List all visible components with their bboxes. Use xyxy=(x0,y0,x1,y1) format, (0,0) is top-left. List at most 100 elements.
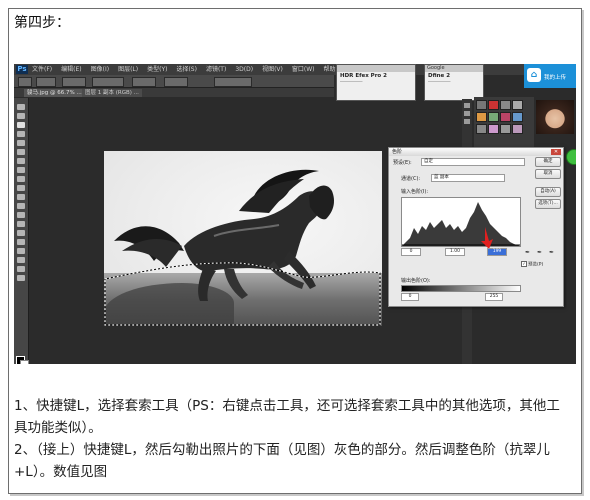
gradient-tool-icon[interactable] xyxy=(17,203,25,209)
levels-dialog: 色阶 ✕ 预设(E): 自定 通道(C): 蓝 副本 输入色阶(I): 0 1.… xyxy=(388,147,564,307)
ps-options-bar xyxy=(14,75,334,88)
paragraph-line-1: 1、快捷键L，选择套索工具（PS：右键点击工具，还可选择套索工具中的其他选项，其… xyxy=(14,398,560,414)
actions-panel-icon[interactable] xyxy=(464,111,470,116)
white-eyedropper-icon[interactable]: ✒ xyxy=(549,249,554,256)
hand-tool-icon[interactable] xyxy=(17,266,25,272)
green-scroll-knob-icon[interactable] xyxy=(566,149,576,165)
adjust-icon-1[interactable] xyxy=(476,100,487,110)
portrait-thumbnail xyxy=(536,100,574,134)
stamp-tool-icon[interactable] xyxy=(17,176,25,182)
image-canvas[interactable] xyxy=(104,151,382,326)
upload-badge[interactable]: ⌂ 我的上传 xyxy=(524,64,576,88)
ps-document-tabs: 骏马.jpg @ 66.7% ... 图层 1 副本 (RGB) ... xyxy=(14,88,334,97)
width-field[interactable] xyxy=(132,77,156,87)
zoom-tool-icon[interactable] xyxy=(17,275,25,281)
height-field[interactable] xyxy=(164,77,188,87)
brush-tool-icon[interactable] xyxy=(17,167,25,173)
style-select[interactable] xyxy=(92,77,124,87)
adjust-icon-8[interactable] xyxy=(512,112,523,122)
marquee-tool-icon[interactable] xyxy=(17,113,25,119)
document-tab[interactable]: 图层 1 副本 (RGB) ... xyxy=(82,89,142,97)
preview-check-box[interactable]: ✓ xyxy=(521,261,527,267)
output-black-field[interactable]: 0 xyxy=(401,293,419,301)
gray-eyedropper-icon[interactable]: ✒ xyxy=(537,249,542,256)
move-tool-icon[interactable] xyxy=(17,104,25,110)
blur-tool-icon[interactable] xyxy=(17,212,25,218)
input-white-field[interactable]: 199 xyxy=(487,248,507,256)
healing-tool-icon[interactable] xyxy=(17,158,25,164)
input-gamma-field[interactable]: 1.00 xyxy=(445,248,465,256)
channel-select[interactable]: 蓝 副本 xyxy=(431,174,505,182)
ps-menubar: Ps 文件(F) 编辑(E) 图像(I) 图层(L) 类型(Y) 选择(S) 滤… xyxy=(14,64,576,75)
close-icon[interactable]: ✕ xyxy=(551,149,561,155)
menu-3d[interactable]: 3D(D) xyxy=(235,65,253,74)
hdr-efex-title[interactable]: HDR Efex Pro 2 xyxy=(337,72,415,80)
tool-preset-picker[interactable] xyxy=(18,77,32,87)
document-tab-active[interactable]: 骏马.jpg @ 66.7% ... xyxy=(24,89,85,97)
adjust-icon-6[interactable] xyxy=(488,112,499,122)
ok-button[interactable]: 确定 xyxy=(535,157,561,167)
adjust-icon-2[interactable] xyxy=(488,100,499,110)
adjust-icon-11[interactable] xyxy=(500,124,511,134)
options-button[interactable]: 选项(T)... xyxy=(535,199,561,209)
adjust-icon-4[interactable] xyxy=(512,100,523,110)
dfine-title[interactable]: Dfine 2 xyxy=(425,72,483,80)
red-arrow-icon xyxy=(481,227,493,249)
preview-label: 预览(P) xyxy=(528,262,544,268)
menu-layer[interactable]: 图层(L) xyxy=(118,65,138,74)
dodge-tool-icon[interactable] xyxy=(17,221,25,227)
hdr-efex-header xyxy=(337,65,415,72)
ps-menu: 文件(F) 编辑(E) 图像(I) 图层(L) 类型(Y) 选择(S) 滤镜(T… xyxy=(32,65,345,74)
output-white-field[interactable]: 255 xyxy=(485,293,503,301)
menu-type[interactable]: 类型(Y) xyxy=(147,65,167,74)
preset-select[interactable]: 自定 xyxy=(421,158,525,166)
black-eyedropper-icon[interactable]: ✒ xyxy=(525,249,530,256)
dfine-header: Google xyxy=(425,65,483,72)
quick-select-tool-icon[interactable] xyxy=(17,131,25,137)
feather-field[interactable] xyxy=(62,77,86,87)
history-panel-icon[interactable] xyxy=(464,103,470,108)
eyedropper-tool-icon[interactable] xyxy=(17,149,25,155)
output-gradient xyxy=(401,285,521,292)
refine-edge-button[interactable] xyxy=(214,77,252,87)
adjust-icon-10[interactable] xyxy=(488,124,499,134)
menu-file[interactable]: 文件(F) xyxy=(32,65,52,74)
history-brush-tool-icon[interactable] xyxy=(17,185,25,191)
type-tool-icon[interactable] xyxy=(17,239,25,245)
lasso-selection xyxy=(104,262,381,326)
preset-label: 预设(E): xyxy=(393,160,412,166)
histogram xyxy=(401,197,521,247)
adjust-icon-9[interactable] xyxy=(476,124,487,134)
menu-select[interactable]: 选择(S) xyxy=(176,65,197,74)
menu-image[interactable]: 图像(I) xyxy=(91,65,109,74)
input-black-field[interactable]: 0 xyxy=(401,248,421,256)
auto-button[interactable]: 自动(A) xyxy=(535,187,561,197)
preview-checkbox[interactable]: ✓ 预览(P) xyxy=(521,261,543,268)
background-color-swatch[interactable] xyxy=(20,360,29,364)
adjust-icon-7[interactable] xyxy=(500,112,511,122)
adjust-icon-12[interactable] xyxy=(512,124,523,134)
menu-filter[interactable]: 滤镜(T) xyxy=(206,65,226,74)
paragraph-line-4: +L）。数值见图 xyxy=(14,464,108,480)
eraser-tool-icon[interactable] xyxy=(17,194,25,200)
menu-edit[interactable]: 编辑(E) xyxy=(61,65,81,74)
upload-label: 我的上传 xyxy=(544,75,567,81)
selection-mode-buttons[interactable] xyxy=(36,77,56,87)
shape-tool-icon[interactable] xyxy=(17,257,25,263)
path-select-tool-icon[interactable] xyxy=(17,248,25,254)
levels-title: 色阶 xyxy=(389,148,563,156)
paragraph-line-3: 2、（接上）快捷键L，然后勾勒出照片的下面（见图）灰色的部分。然后调整色阶（抗翠… xyxy=(14,442,550,458)
pen-tool-icon[interactable] xyxy=(17,230,25,236)
adjust-icon-3[interactable] xyxy=(500,100,511,110)
properties-panel-icon[interactable] xyxy=(464,119,470,124)
menu-view[interactable]: 视图(V) xyxy=(262,65,283,74)
upload-app-icon: ⌂ xyxy=(527,68,541,82)
crop-tool-icon[interactable] xyxy=(17,140,25,146)
menu-window[interactable]: 窗口(W) xyxy=(292,65,315,74)
histogram-graph xyxy=(402,202,520,246)
cancel-button[interactable]: 取消 xyxy=(535,169,561,179)
lasso-tool-icon[interactable] xyxy=(17,122,25,128)
ps-toolbox xyxy=(14,98,29,364)
adjust-icon-5[interactable] xyxy=(476,112,487,122)
hdr-efex-panel: HDR Efex Pro 2 ――――― xyxy=(336,64,416,101)
